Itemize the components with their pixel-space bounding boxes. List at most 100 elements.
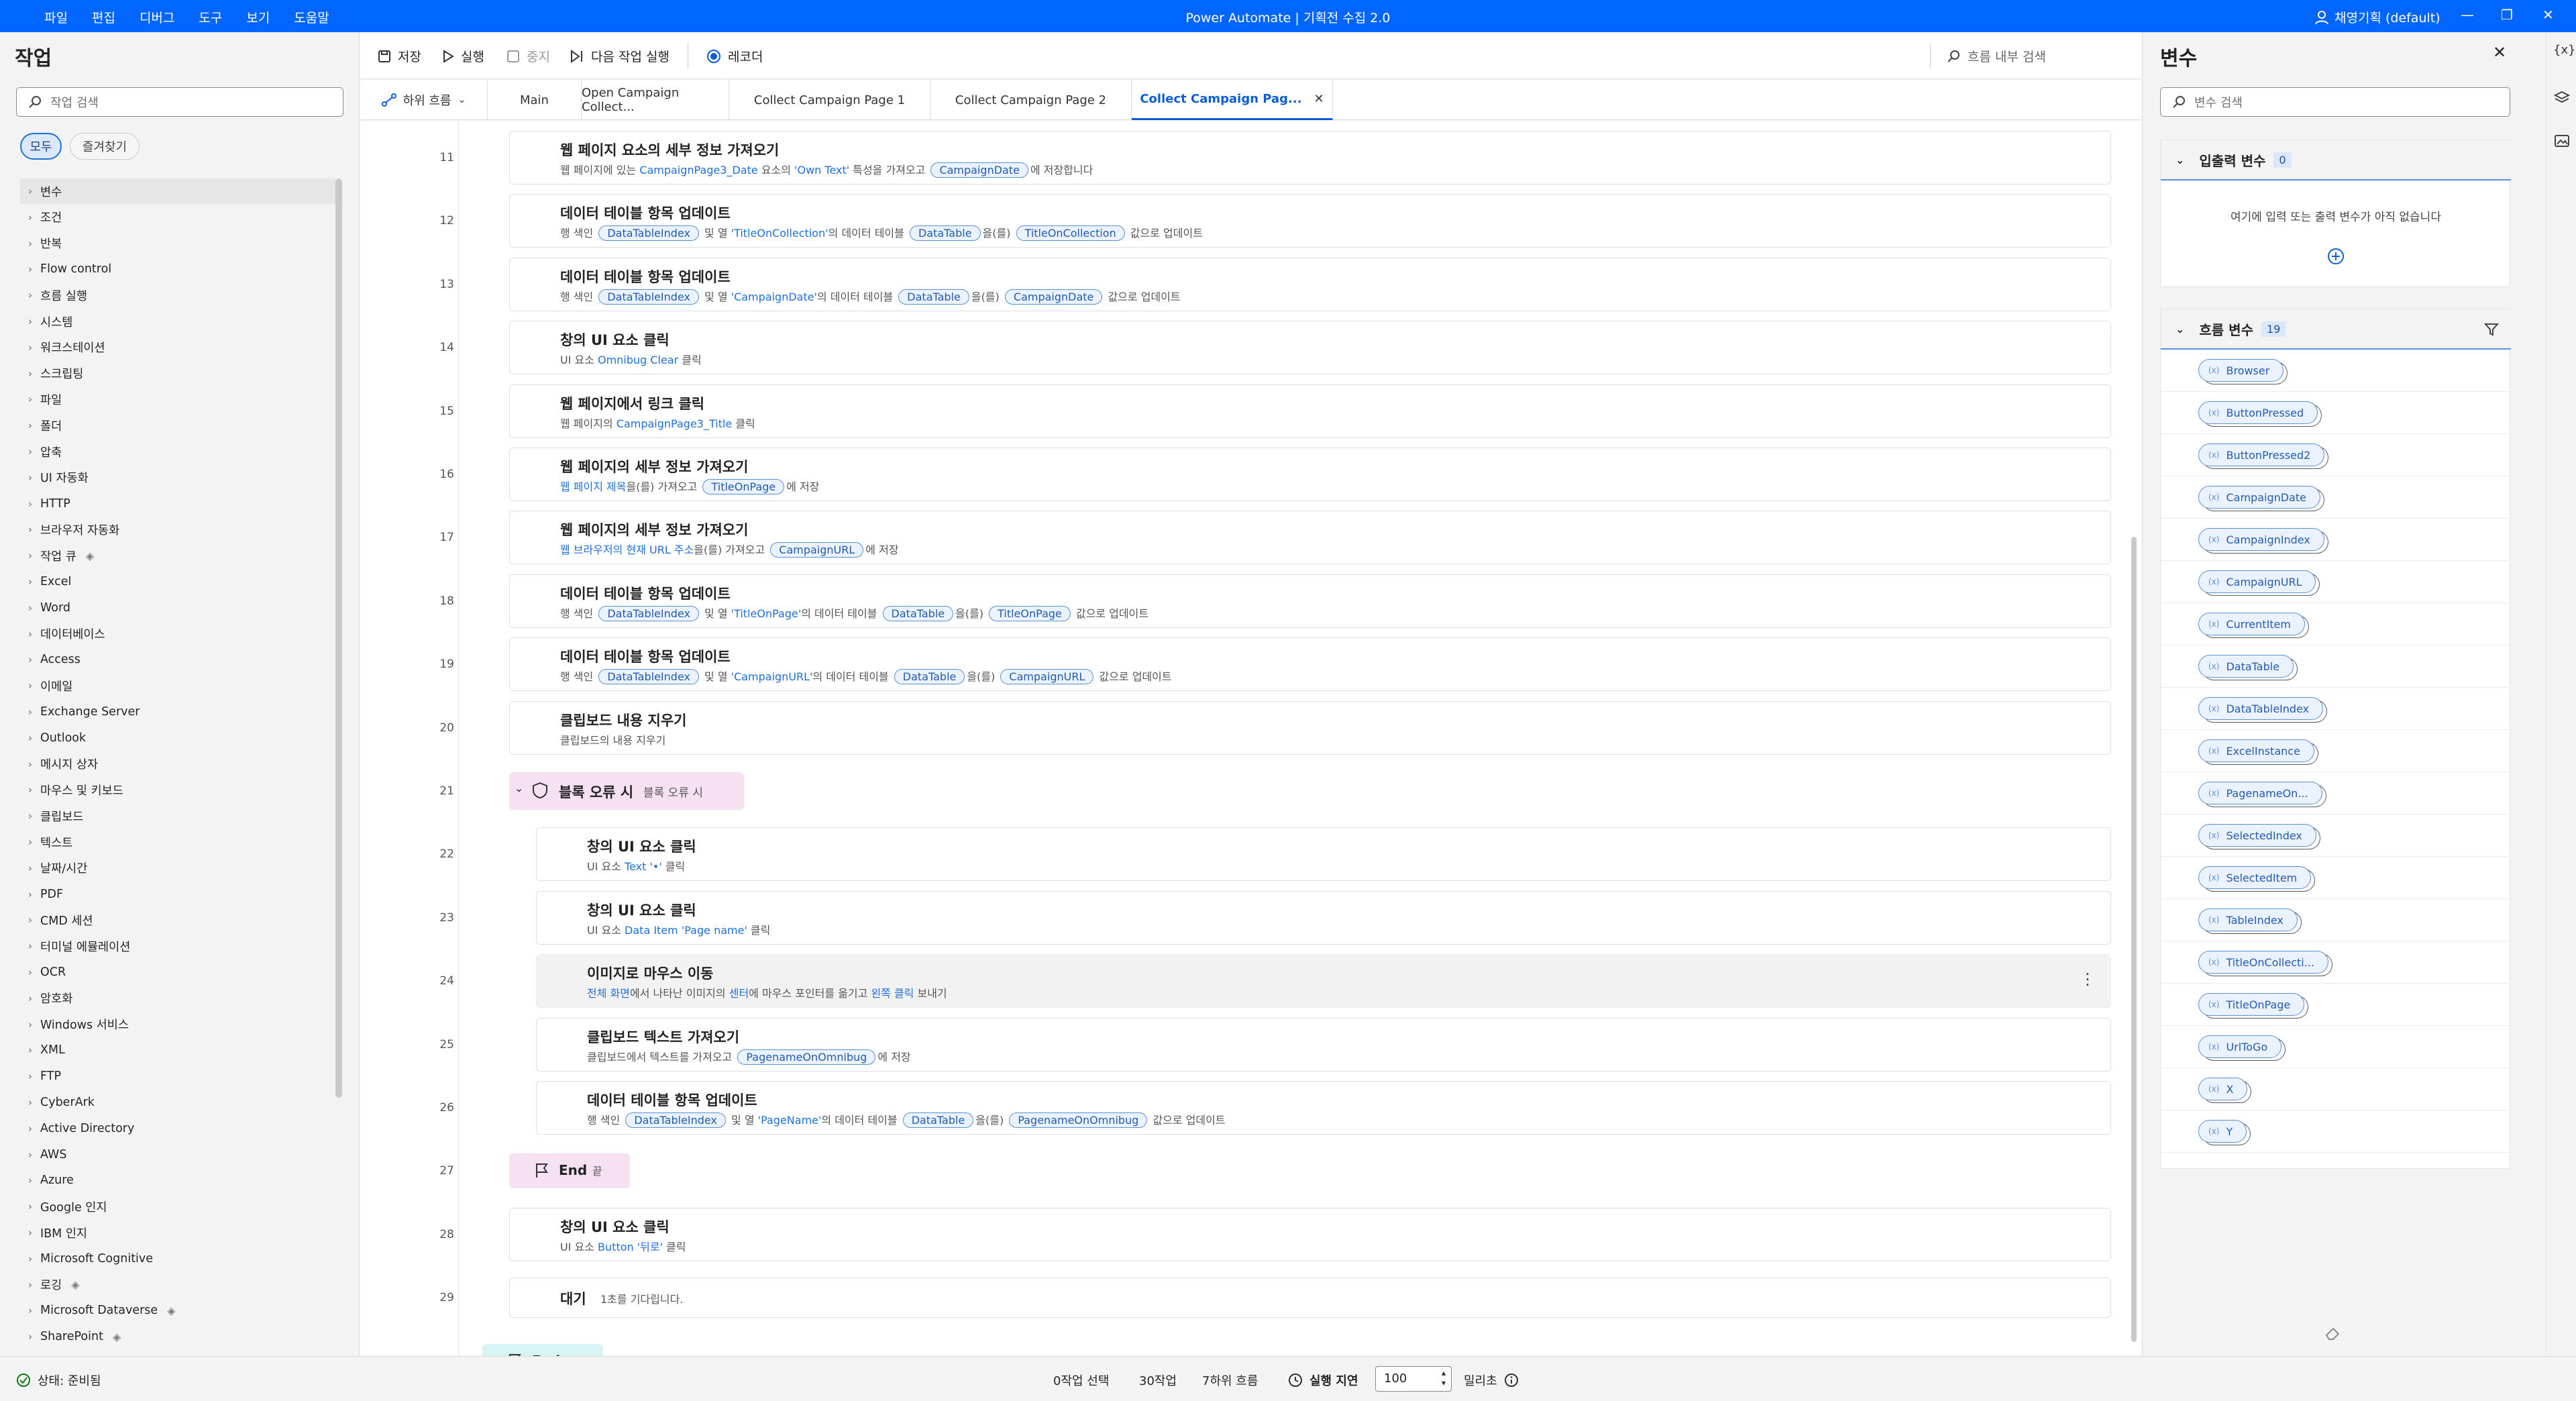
variable-row[interactable]: (x) DataTable [2161, 645, 2511, 688]
variable-row[interactable]: (x) Y [2161, 1110, 2511, 1153]
flow-action-card[interactable]: 데이터 테이블 항목 업데이트 행 색인 DataTableIndex 및 열 '… [509, 194, 2111, 248]
action-group-item[interactable]: › XML [20, 1037, 335, 1063]
variable-chip[interactable]: (x) ButtonPressed2 [2198, 444, 2325, 466]
action-group-item[interactable]: › HTTP [20, 491, 335, 517]
flow-action-card[interactable]: 웹 페이지의 세부 정보 가져오기 웹 브라우저의 현재 URL 주소을(를) 가… [509, 511, 2111, 565]
action-group-item[interactable]: › 이메일 [20, 673, 335, 698]
variable-chip[interactable]: (x) ExcelInstance [2198, 739, 2314, 762]
variable-chip[interactable]: (x) X [2198, 1078, 2248, 1100]
variable-chip[interactable]: (x) TableIndex [2198, 909, 2298, 931]
action-group-item[interactable]: › Active Directory [20, 1116, 335, 1141]
flow-action-card[interactable]: 창의 UI 요소 클릭 UI 요소 Text '•' 클릭 [536, 827, 2111, 882]
flow-action-card[interactable]: 데이터 테이블 항목 업데이트 행 색인 DataTableIndex 및 열 '… [509, 637, 2111, 692]
variable-chip[interactable]: (x) Browser [2198, 359, 2284, 382]
filter-icon[interactable] [2484, 323, 2499, 336]
variable-row[interactable]: (x) TitleOnCollecti... [2161, 941, 2511, 984]
variable-row[interactable]: (x) X [2161, 1068, 2511, 1110]
action-group-item[interactable]: › 날짜/시간 [20, 855, 335, 881]
actions-search-input[interactable]: 작업 검색 [16, 87, 343, 117]
action-group-item[interactable]: › CyberArk [20, 1090, 335, 1115]
variable-chip[interactable]: (x) CurrentItem [2198, 613, 2305, 635]
action-group-item[interactable]: › 작업 큐 ◈ [20, 543, 335, 568]
variable-row[interactable]: (x) Browser [2161, 350, 2511, 392]
action-group-item[interactable]: › 메시지 상자 [20, 751, 335, 777]
tab-subflow[interactable]: Main [488, 80, 582, 120]
variable-chip[interactable]: (x) PagenameOn... [2198, 782, 2322, 805]
minimize-icon[interactable]: — [2461, 7, 2474, 23]
variable-row[interactable]: (x) SelectedItem [2161, 857, 2511, 899]
tab-subflow[interactable]: Collect Campaign Pag... ✕ [1132, 80, 1333, 120]
subflows-dropdown[interactable]: 하위 흐름 ⌄ [360, 80, 488, 120]
flow-action-card[interactable]: 대기 1초를 기다립니다. [509, 1278, 2111, 1318]
action-group-item[interactable]: › Flow control [20, 256, 335, 282]
action-group-item[interactable]: › 반복 [20, 231, 335, 256]
action-group-item[interactable]: › Microsoft Cognitive [20, 1246, 335, 1272]
variable-chip[interactable]: (x) UrlToGo [2198, 1035, 2282, 1058]
action-group-item[interactable]: › Word [20, 595, 335, 621]
variable-row[interactable]: (x) TitleOnPage [2161, 984, 2511, 1026]
flow-variables-header[interactable]: ⌄ 흐름 변수 19 [2161, 309, 2511, 350]
filter-favorites-button[interactable]: 즐겨찾기 [70, 133, 140, 160]
variable-row[interactable]: (x) ButtonPressed2 [2161, 434, 2511, 476]
variable-row[interactable]: (x) CampaignDate [2161, 476, 2511, 519]
close-icon[interactable]: ✕ [2542, 7, 2554, 23]
action-group-item[interactable]: › 데이터베이스 [20, 621, 335, 647]
flow-action-card[interactable]: 데이터 테이블 항목 업데이트 행 색인 DataTableIndex 및 열 '… [536, 1081, 2111, 1135]
action-group-item[interactable]: › Microsoft Dataverse ◈ [20, 1298, 335, 1323]
filter-all-button[interactable]: 모두 [20, 133, 62, 160]
more-options-icon[interactable]: ⋮ [2080, 970, 2096, 988]
action-group-item[interactable]: › 텍스트 [20, 829, 335, 855]
tab-subflow[interactable]: Collect Campaign Page 2 [930, 80, 1132, 120]
variable-row[interactable]: (x) TableIndex [2161, 899, 2511, 941]
action-group-item[interactable]: › UI 자동화 [20, 465, 335, 490]
action-group-item[interactable]: › SharePoint ◈ [20, 1324, 335, 1349]
variable-row[interactable]: (x) UrlToGo [2161, 1026, 2511, 1068]
action-group-item[interactable]: › 워크스테이션 [20, 335, 335, 360]
variable-row[interactable]: (x) PagenameOn... [2161, 772, 2511, 815]
io-variables-header[interactable]: ⌄ 입출력 변수 0 [2161, 140, 2511, 180]
variable-row[interactable]: (x) DataTableIndex [2161, 688, 2511, 730]
variable-chip[interactable]: (x) DataTableIndex [2198, 697, 2324, 720]
run-next-action-button[interactable]: 다음 작업 실행 [570, 47, 669, 65]
editor-scrollbar[interactable] [2131, 537, 2137, 1342]
flow-action-card[interactable]: 웹 페이지에서 링크 클릭 웹 페이지의 CampaignPage3_Title … [509, 384, 2111, 438]
info-icon[interactable] [1504, 1373, 1519, 1388]
account-button[interactable]: 채영기획 (default) [2314, 8, 2440, 26]
save-button[interactable]: 저장 [378, 47, 421, 65]
layers-icon[interactable] [2554, 90, 2570, 106]
action-group-item[interactable]: › Google 인지 [20, 1194, 335, 1219]
variable-chip[interactable]: (x) ButtonPressed [2198, 401, 2318, 424]
chevron-down-icon[interactable]: ⌄ [515, 782, 523, 794]
flow-search-input[interactable]: 흐름 내부 검색 [1946, 47, 2046, 65]
flow-action-card[interactable]: 이미지로 마우스 이동 전체 화면에서 나타난 이미지의 센터에 마우스 포인터를… [536, 954, 2111, 1008]
action-group-item[interactable]: › Exchange Server [20, 699, 335, 725]
restore-icon[interactable]: ❐ [2501, 7, 2513, 23]
action-group-item[interactable]: › 조건 [20, 205, 335, 230]
variable-chip[interactable]: (x) TitleOnCollecti... [2198, 951, 2328, 974]
close-icon[interactable]: ✕ [1314, 92, 1324, 106]
variable-row[interactable]: (x) CampaignIndex [2161, 519, 2511, 561]
end-block[interactable]: End 끝 [509, 1153, 630, 1189]
run-delay-input[interactable]: 100 ▴ ▾ [1375, 1366, 1452, 1392]
action-group-item[interactable]: › 변수 [20, 178, 335, 204]
variables-search-input[interactable]: 변수 검색 [2160, 87, 2510, 117]
action-group-item[interactable]: › IBM 인지 [20, 1220, 335, 1245]
action-group-item[interactable]: › Access [20, 647, 335, 672]
stop-button[interactable]: 중지 [506, 47, 550, 65]
flow-action-card[interactable]: 웹 페이지의 세부 정보 가져오기 웹 페이지 제목을(를) 가져오고 Title… [509, 448, 2111, 501]
action-group-item[interactable]: › 압축 [20, 439, 335, 464]
action-group-item[interactable]: › Windows 서비스 [20, 1012, 335, 1037]
action-group-item[interactable]: › 클립보드 [20, 803, 335, 829]
close-icon[interactable]: ✕ [2493, 43, 2506, 62]
flow-action-card[interactable]: 클립보드 텍스트 가져오기 클립보드에서 텍스트를 가져오고 PagenameOn… [536, 1017, 2111, 1072]
recorder-button[interactable]: 레코더 [706, 47, 763, 65]
variable-row[interactable]: (x) SelectedIndex [2161, 815, 2511, 857]
action-group-item[interactable]: › 시스템 [20, 309, 335, 334]
action-group-item[interactable]: › OCR [20, 959, 335, 985]
variable-row[interactable]: (x) ButtonPressed [2161, 392, 2511, 434]
action-group-item[interactable]: › PDF [20, 882, 335, 907]
flow-action-card[interactable]: 데이터 테이블 항목 업데이트 행 색인 DataTableIndex 및 열 '… [509, 257, 2111, 311]
action-group-item[interactable]: › 폴더 [20, 413, 335, 438]
variables-icon[interactable]: {x} [2553, 43, 2576, 57]
variable-chip[interactable]: (x) DataTable [2198, 655, 2294, 678]
